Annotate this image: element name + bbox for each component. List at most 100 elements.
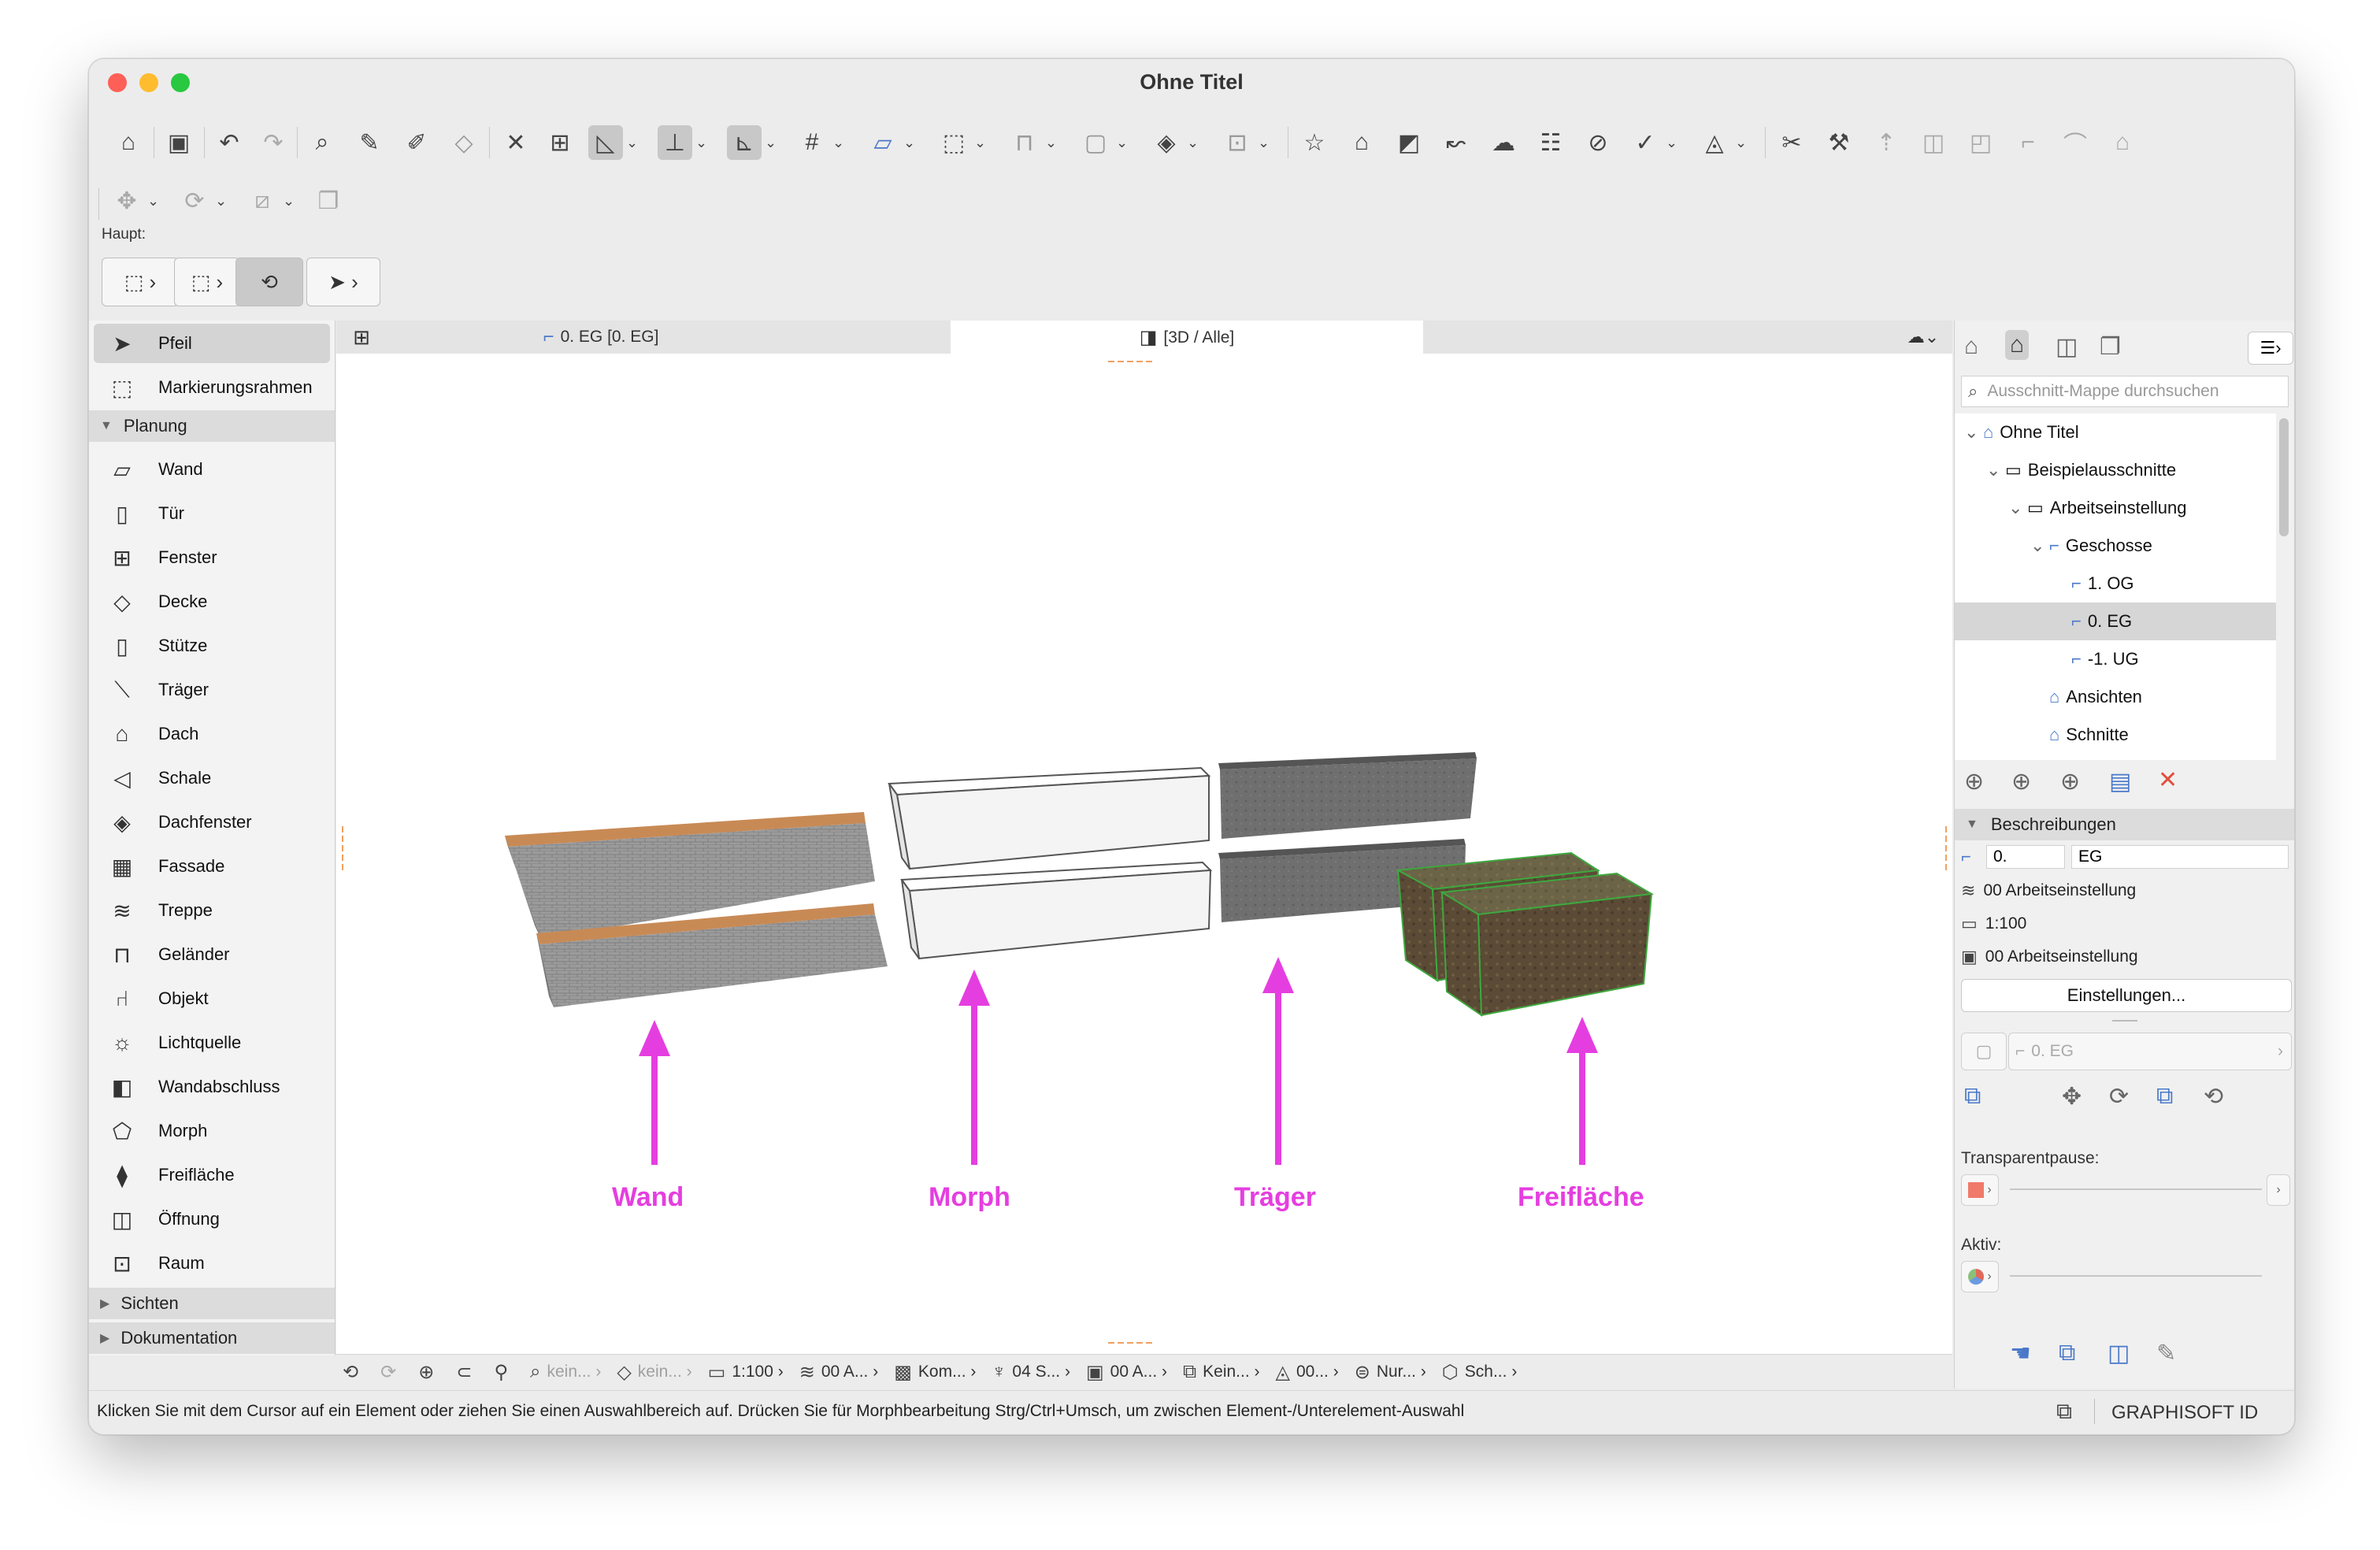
dimension-icon[interactable]: ⊞ <box>543 125 577 160</box>
tool-freiflaeche[interactable]: ⧫ Freifläche <box>94 1155 330 1195</box>
renovation-selector[interactable]: ◬ 00... › <box>1276 1361 1339 1384</box>
active-color-picker[interactable]: › <box>1961 1261 1999 1292</box>
tree-item-arbeitseinstellung[interactable]: ⌄ ▭ Arbeitseinstellung <box>1955 489 2276 527</box>
3d-viewport[interactable]: Wand Morph Träger Freifläche <box>336 354 1952 1354</box>
transparency-more-button[interactable]: › <box>2267 1174 2290 1206</box>
tool-lichtquelle[interactable]: ☼ Lichtquelle <box>94 1023 330 1062</box>
tool-objekt[interactable]: ⑁ Objekt <box>94 979 330 1018</box>
arrow-pointer-icon[interactable]: ➤ › <box>306 258 380 306</box>
tree-item-0eg[interactable]: ⌐ 0. EG <box>1955 603 2276 640</box>
layout-icon[interactable]: ◩ <box>1392 125 1426 160</box>
tool-wand[interactable]: ▱ Wand <box>94 450 330 489</box>
tool-oeffnung[interactable]: ◫ Öffnung <box>94 1200 330 1239</box>
merge-icon[interactable]: ◰ <box>1963 125 1998 160</box>
zoom-preset-selector[interactable]: ⌕ kein... › <box>530 1361 601 1383</box>
corner-icon[interactable]: ⌐ <box>2011 125 2045 160</box>
tool-schale[interactable]: ◁ Schale <box>94 758 330 798</box>
project-map-icon[interactable]: ⌂ <box>1964 333 1978 360</box>
tree-item-beispielausschnitte[interactable]: ⌄ ▭ Beispielausschnitte <box>1955 451 2276 489</box>
tool-raum[interactable]: ⊡ Raum <box>94 1244 330 1283</box>
tool-fenster[interactable]: ⊞ Fenster <box>94 538 330 577</box>
tool-decke[interactable]: ◇ Decke <box>94 582 330 621</box>
curve-icon[interactable]: ⌒ <box>2058 125 2093 160</box>
chevron-down-icon[interactable]: ⌄ <box>765 135 777 151</box>
path-icon[interactable]: ↜ <box>1439 125 1474 160</box>
home-icon[interactable]: ⌂ <box>111 125 146 160</box>
elevate-icon[interactable]: ⇡ <box>1869 125 1904 160</box>
distribute-icon[interactable]: ⊡ <box>1220 125 1255 160</box>
view-map-icon[interactable]: ⌂ <box>2005 330 2030 360</box>
trim-icon[interactable]: ◫ <box>1916 125 1951 160</box>
tab-3d[interactable]: ◨ [3D / Alle] <box>951 321 1423 354</box>
roof-trim-icon[interactable]: ⌂ <box>2105 125 2140 160</box>
select-box-icon[interactable]: ⬚ <box>936 125 971 160</box>
beam-element-1[interactable] <box>1218 752 1477 839</box>
tool-pfeil[interactable]: ➤ Pfeil <box>94 324 330 363</box>
tool-gelaender[interactable]: ⊓ Geländer <box>94 935 330 974</box>
delete-icon[interactable]: ✕ <box>2158 766 2178 794</box>
coordinate-icon[interactable]: ⊾ <box>727 125 762 160</box>
move-icon[interactable]: ✥ <box>109 184 144 218</box>
graphisoft-id-button[interactable]: GRAPHISOFT ID <box>2111 1402 2258 1424</box>
scissors-icon[interactable]: ✂ <box>1774 125 1809 160</box>
snap-icon[interactable]: ✕ <box>499 125 533 160</box>
view-selector[interactable]: ⌐ 0. EG › <box>2008 1033 2292 1070</box>
lock-icon[interactable]: ⊓ <box>1007 125 1042 160</box>
layout-book-icon[interactable]: ◫ <box>2056 333 2078 361</box>
tool-fassade[interactable]: ▦ Fassade <box>94 847 330 886</box>
mesh-element[interactable] <box>1395 851 1655 1017</box>
magnet-icon[interactable]: ⟲ <box>235 258 303 306</box>
group-icon[interactable]: ▢ <box>1078 125 1113 160</box>
chevron-down-icon[interactable]: ⌄ <box>1116 135 1128 151</box>
new-folder-icon[interactable]: ⊕ <box>2060 768 2080 795</box>
eyedropper-icon[interactable]: ✎ <box>352 125 387 160</box>
chevron-down-icon[interactable]: ⌄ <box>1258 135 1270 151</box>
orbit-icon[interactable]: ⟲ <box>343 1361 365 1384</box>
tree-item-geschosse[interactable]: ⌄ ⌐ Geschosse <box>1955 527 2276 565</box>
chevron-down-icon[interactable]: ⌄ <box>283 193 295 210</box>
chevron-down-icon[interactable]: ⌄ <box>1666 135 1677 151</box>
rotate-tracing-icon[interactable]: ⟳ <box>2109 1083 2129 1111</box>
tag-icon[interactable]: ⊘ <box>1581 125 1615 160</box>
tool-treppe[interactable]: ≋ Treppe <box>94 891 330 930</box>
navigator-menu-button[interactable]: ☰› <box>2248 332 2293 365</box>
chevron-down-icon[interactable]: ⌄ <box>1735 135 1747 151</box>
tool-dachfenster[interactable]: ◈ Dachfenster <box>94 803 330 842</box>
scale-row[interactable]: ▭ 1:100 <box>1961 908 2026 940</box>
tool-tuer[interactable]: ▯ Tür <box>94 494 330 533</box>
morph-element-2[interactable] <box>900 861 1213 960</box>
grid-snap-icon[interactable]: # <box>795 125 829 160</box>
tool-morph[interactable]: ⬠ Morph <box>94 1111 330 1151</box>
view-settings-icon[interactable]: ▤ <box>2109 768 2131 795</box>
group-sichten[interactable]: ▶ Sichten <box>89 1288 335 1319</box>
tree-scrollbar[interactable] <box>2279 418 2289 536</box>
schedule-icon[interactable]: ☷ <box>1533 125 1568 160</box>
check-icon[interactable]: ✓ <box>1628 125 1663 160</box>
walk-icon[interactable]: ⚲ <box>494 1361 514 1384</box>
tool-wandabschluss[interactable]: ◧ Wandabschluss <box>94 1067 330 1107</box>
tool-stuetze[interactable]: ▯ Stütze <box>94 626 330 666</box>
search-input[interactable]: ⌕ Ausschnitt-Mappe durchsuchen <box>1961 376 2289 407</box>
tree-item-project[interactable]: ⌄ ⌂ Ohne Titel <box>1955 413 2276 451</box>
new-view-icon[interactable]: ⊕ <box>1964 768 1984 795</box>
duplicate-icon[interactable]: ❐ <box>311 184 346 218</box>
cloud-icon[interactable]: ☁ <box>1486 125 1521 160</box>
mirror-icon[interactable]: ⧄ <box>245 184 280 218</box>
layer-combo-row[interactable]: ≋ 00 Arbeitseinstellung <box>1961 875 2136 907</box>
guide-line-icon[interactable]: ⊥ <box>658 125 692 160</box>
clone-view-icon[interactable]: ⊕ <box>2011 768 2031 795</box>
layer-combo-selector[interactable]: ≋ 00 A... › <box>799 1361 878 1384</box>
orientation-selector[interactable]: ◇ kein... › <box>617 1361 691 1384</box>
scale-selector[interactable]: ▭ 1:100 › <box>708 1361 784 1384</box>
transparency-slider[interactable] <box>2010 1188 2262 1190</box>
filter-selector[interactable]: ⊜ Nur... › <box>1355 1361 1426 1384</box>
settings-button[interactable]: Einstellungen... <box>1961 979 2292 1012</box>
tool-markierungsrahmen[interactable]: ⬚ Markierungsrahmen <box>94 368 330 407</box>
tool-dach[interactable]: ⌂ Dach <box>94 714 330 754</box>
chevron-down-icon[interactable]: ⌄ <box>695 135 707 151</box>
chevron-down-icon[interactable]: ⌄ <box>147 193 159 210</box>
angle-guide-icon[interactable]: ◺ <box>588 125 623 160</box>
redo-icon[interactable]: ↷ <box>256 125 291 160</box>
quick-option-2[interactable]: ⬚ › <box>174 258 240 306</box>
tab-overview-icon[interactable]: ⊞ <box>336 321 387 354</box>
